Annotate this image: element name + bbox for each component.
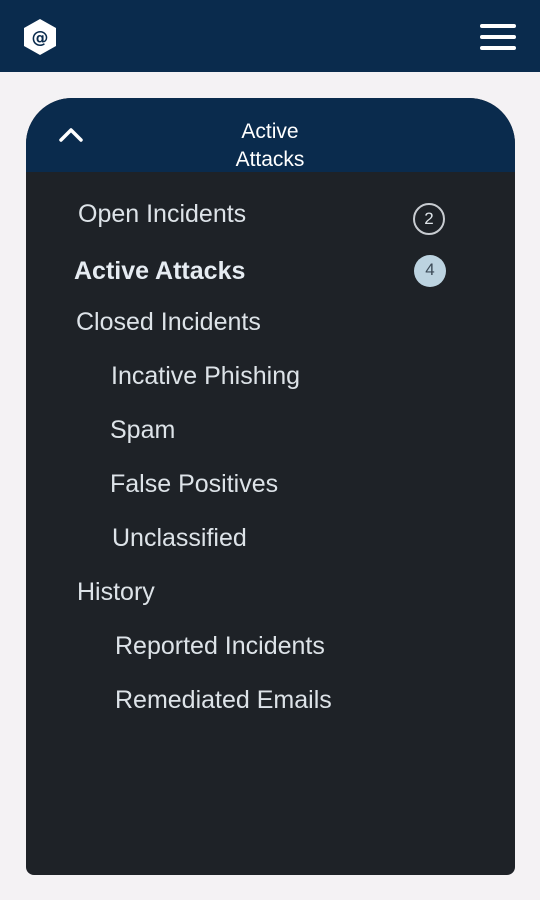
nav-item-reported-incidents[interactable]: Reported Incidents [115,631,325,661]
svg-text:@: @ [32,28,49,48]
nav-item-open-incidents[interactable]: Open Incidents [78,199,246,229]
chevron-up-icon[interactable] [56,122,86,146]
nav-item-spam[interactable]: Spam [110,415,175,445]
top-app-bar: @ [0,0,540,72]
nav-item-false-positives[interactable]: False Positives [110,469,278,499]
nav-item-unclassified[interactable]: Unclassified [112,523,247,553]
active-attacks-count-badge: 4 [414,255,446,287]
nav-item-active-attacks[interactable]: Active Attacks [74,256,245,286]
panel-header[interactable]: Active Attacks [26,98,515,172]
at-sign-hexagon-icon[interactable]: @ [20,17,60,57]
open-incidents-count-badge: 2 [413,203,445,235]
incidents-nav-panel: Active Attacks Open Incidents 2 Active A… [26,98,515,875]
nav-item-history[interactable]: History [77,577,155,607]
hamburger-menu-icon[interactable] [480,22,518,52]
nav-item-inactive-phishing[interactable]: Incative Phishing [111,361,300,391]
panel-title: Active Attacks [235,120,305,171]
nav-item-remediated-emails[interactable]: Remediated Emails [115,685,332,715]
nav-item-closed-incidents[interactable]: Closed Incidents [76,307,261,337]
